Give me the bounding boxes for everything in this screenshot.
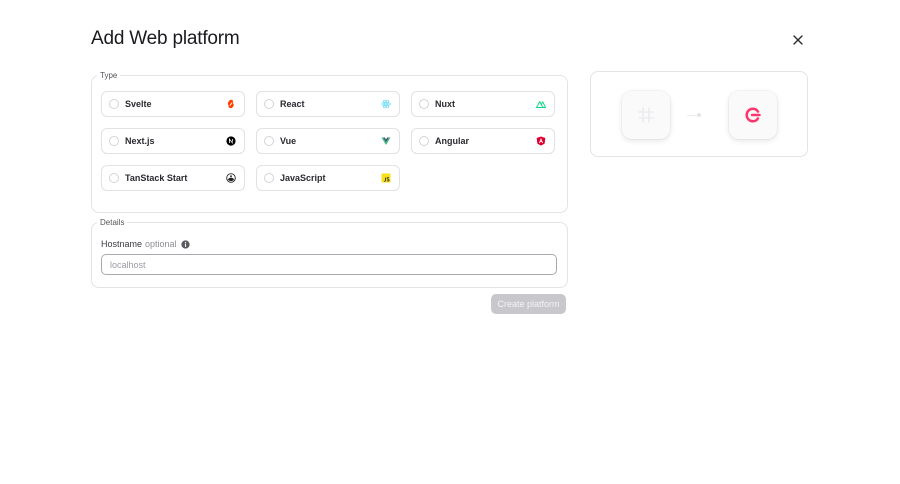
hostname-input[interactable]	[101, 254, 557, 275]
close-icon	[793, 35, 803, 45]
appwrite-tile	[729, 91, 777, 139]
tanstack-radio[interactable]	[109, 173, 119, 183]
nuxt-icon	[536, 99, 546, 109]
option-angular[interactable]: Angular	[411, 128, 555, 154]
vue-radio[interactable]	[264, 136, 274, 146]
hash-icon	[638, 107, 654, 123]
option-react[interactable]: React	[256, 91, 400, 117]
option-label: JavaScript	[280, 173, 326, 183]
option-javascript[interactable]: JavaScript	[256, 165, 400, 191]
option-label: Vue	[280, 136, 297, 146]
option-label: Svelte	[125, 99, 152, 109]
vue-icon	[381, 136, 391, 146]
option-vue[interactable]: Vue	[256, 128, 400, 154]
hostname-label: Hostname optional	[101, 239, 190, 249]
option-label: TanStack Start	[125, 173, 188, 183]
platform-preview	[590, 71, 808, 157]
type-legend: Type	[100, 71, 118, 80]
angular-radio[interactable]	[419, 136, 429, 146]
javascript-icon	[381, 173, 391, 183]
tanstack-icon	[226, 173, 236, 183]
appwrite-logo-icon	[745, 107, 761, 123]
option-nuxt[interactable]: Nuxt	[411, 91, 555, 117]
react-icon	[381, 99, 391, 109]
nextjs-icon	[226, 136, 236, 146]
javascript-radio[interactable]	[264, 173, 274, 183]
details-fieldset: Details	[91, 218, 568, 288]
option-label: Next.js	[125, 136, 155, 146]
svelte-radio[interactable]	[109, 99, 119, 109]
option-label: Angular	[435, 136, 470, 146]
option-label: Nuxt	[435, 99, 455, 109]
dialog-title: Add Web platform	[91, 28, 240, 49]
angular-icon	[536, 136, 546, 146]
hostname-optional-text: optional	[145, 239, 177, 249]
create-platform-button[interactable]: Create platform	[491, 294, 566, 314]
details-legend: Details	[100, 218, 125, 227]
svelte-icon	[226, 99, 236, 109]
close-button[interactable]	[786, 28, 810, 52]
connector-dot	[697, 113, 701, 117]
nextjs-radio[interactable]	[109, 136, 119, 146]
option-nextjs[interactable]: Next.js	[101, 128, 245, 154]
info-icon[interactable]	[180, 239, 190, 249]
option-tanstack-start[interactable]: TanStack Start	[101, 165, 245, 191]
option-svelte[interactable]: Svelte	[101, 91, 245, 117]
platform-tile	[622, 91, 670, 139]
react-radio[interactable]	[264, 99, 274, 109]
option-label: React	[280, 99, 305, 109]
hostname-label-text: Hostname	[101, 239, 143, 249]
nuxt-radio[interactable]	[419, 99, 429, 109]
